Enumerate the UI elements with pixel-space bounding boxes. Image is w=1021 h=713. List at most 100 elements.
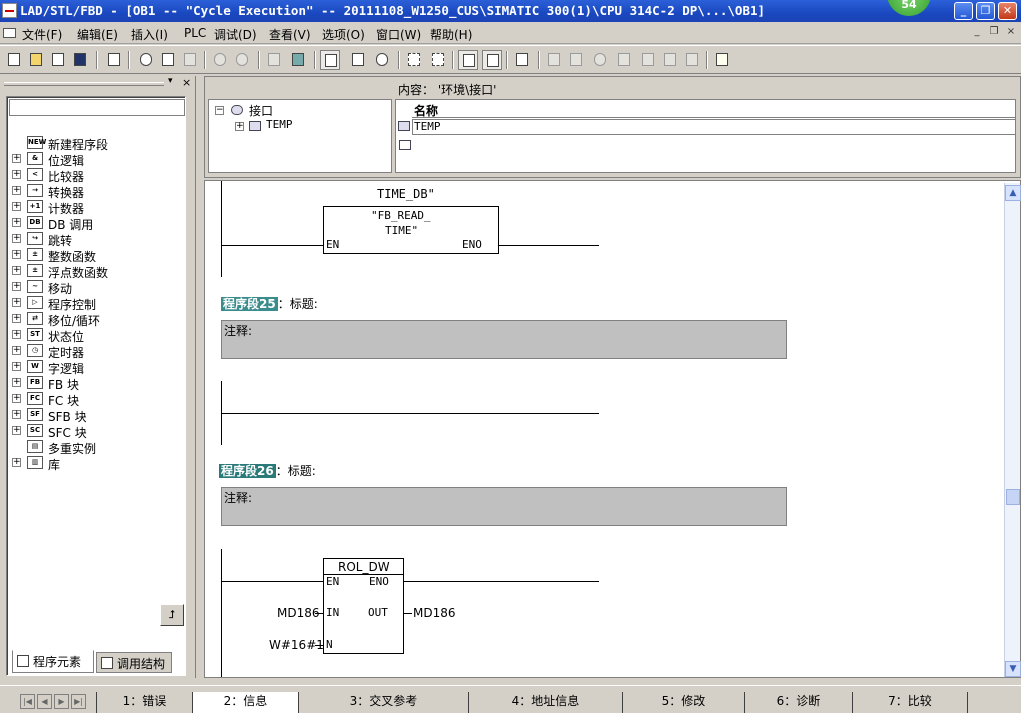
network-26-comment[interactable]: 注释:	[221, 487, 787, 526]
help-icon[interactable]	[712, 50, 732, 70]
redo-icon[interactable]	[232, 50, 252, 70]
tab-call-structure[interactable]: 调用结构	[96, 652, 172, 673]
monitor-icon[interactable]	[288, 50, 308, 70]
interface-tree[interactable]: − 接口 + TEMP	[208, 99, 392, 173]
expand-icon[interactable]: +	[12, 170, 21, 179]
network-25-comment[interactable]: 注释:	[221, 320, 787, 359]
expand-icon[interactable]: +	[12, 218, 21, 227]
paste-icon[interactable]	[180, 50, 200, 70]
undo-icon[interactable]	[210, 50, 230, 70]
tab-cross-references[interactable]: 3：交叉参考	[298, 692, 468, 713]
network-25-title[interactable]: 程序段25 ：标题:	[221, 295, 318, 312]
menu-view[interactable]: 查看(V)	[269, 26, 311, 43]
expand-icon[interactable]: +	[12, 330, 21, 339]
program-elements-tree[interactable]: NEW 新建程序段 + & 位逻辑 + < 比较器 + → 转换器 + +1 计数器 + DB DB 调用 + ↪ 跳…	[6, 96, 186, 676]
instance-db-label[interactable]: TIME_DB"	[377, 187, 435, 201]
temp-node[interactable]: TEMP	[266, 118, 293, 131]
mdi-restore-button[interactable]: ❐	[987, 26, 1001, 39]
next-tab-icon[interactable]: ▶	[54, 694, 69, 709]
new-icon[interactable]	[4, 50, 24, 70]
expand-icon[interactable]: +	[12, 458, 21, 467]
menu-file[interactable]: 文件(F)	[22, 26, 62, 43]
out-operand[interactable]: MD186	[413, 606, 456, 620]
coil-icon[interactable]	[590, 50, 610, 70]
expand-icon[interactable]: +	[12, 202, 21, 211]
expand-icon[interactable]: +	[12, 282, 21, 291]
scroll-down-icon[interactable]: ▼	[1005, 661, 1021, 677]
insert-element-button[interactable]: ⮥	[160, 604, 184, 626]
print-icon[interactable]	[104, 50, 124, 70]
tab-address-info[interactable]: 4：地址信息	[468, 692, 622, 713]
expand-icon[interactable]: +	[12, 394, 21, 403]
display-icon[interactable]	[482, 50, 502, 70]
expand-icon[interactable]: +	[12, 154, 21, 163]
mdi-close-button[interactable]: ×	[1004, 26, 1018, 39]
expand-icon[interactable]: +	[12, 314, 21, 323]
accessible-nodes-icon[interactable]	[48, 50, 68, 70]
expand-interface-icon[interactable]: −	[215, 106, 224, 115]
program-elements-icon[interactable]	[348, 50, 368, 70]
expand-icon[interactable]: +	[12, 346, 21, 355]
expand-icon[interactable]: +	[12, 234, 21, 243]
tree-search-field[interactable]	[9, 99, 185, 116]
expand-icon[interactable]: +	[12, 362, 21, 371]
last-tab-icon[interactable]: ▶|	[71, 694, 86, 709]
insert-network-icon[interactable]	[404, 50, 424, 70]
tab-diagnostics[interactable]: 6：诊断	[744, 692, 852, 713]
notification-badge[interactable]: 54	[887, 0, 931, 16]
close-branch-icon[interactable]	[660, 50, 680, 70]
overview-icon[interactable]	[320, 50, 340, 70]
empty-box-icon[interactable]	[614, 50, 634, 70]
minimize-button[interactable]: _	[954, 2, 973, 20]
app-icon[interactable]	[2, 3, 17, 18]
panel-menu-icon[interactable]: ▾	[168, 76, 173, 86]
scroll-up-icon[interactable]: ▲	[1005, 185, 1021, 201]
expand-icon[interactable]: +	[12, 410, 21, 419]
menu-edit[interactable]: 编辑(E)	[77, 26, 118, 43]
prev-tab-icon[interactable]: ◀	[37, 694, 52, 709]
expand-icon[interactable]: +	[12, 250, 21, 259]
interface-node[interactable]: 接口	[249, 102, 273, 119]
details-icon[interactable]	[458, 50, 478, 70]
in-operand[interactable]: MD186	[277, 606, 320, 620]
expand-icon[interactable]: +	[12, 298, 21, 307]
expand-icon[interactable]: +	[12, 378, 21, 387]
first-tab-icon[interactable]: |◀	[20, 694, 35, 709]
expand-icon[interactable]: +	[12, 266, 21, 275]
save-icon[interactable]	[70, 50, 90, 70]
ladder-icon[interactable]	[512, 50, 532, 70]
close-button[interactable]: ✕	[998, 2, 1017, 20]
menu-window[interactable]: 窗口(W)	[376, 26, 421, 43]
menu-help[interactable]: 帮助(H)	[430, 26, 472, 43]
program-editor[interactable]: TIME_DB" "FB_READ_ TIME" EN ENO 程序段25 ：标题…	[204, 180, 1021, 678]
expand-icon[interactable]: +	[12, 426, 21, 435]
tab-compare[interactable]: 7：比较	[852, 692, 968, 713]
connection-icon[interactable]	[682, 50, 702, 70]
expand-icon[interactable]: +	[12, 186, 21, 195]
network-26-title[interactable]: 程序段26 ：标题:	[219, 462, 316, 479]
contact-no-icon[interactable]	[544, 50, 564, 70]
menu-insert[interactable]: 插入(I)	[131, 26, 168, 43]
tab-program-elements[interactable]: 程序元素	[12, 650, 94, 673]
name-column-header[interactable]: 名称	[412, 102, 1016, 118]
menu-options[interactable]: 选项(O)	[322, 26, 365, 43]
menu-plc[interactable]: PLC	[184, 26, 206, 40]
tab-modify[interactable]: 5：修改	[622, 692, 744, 713]
expand-temp-icon[interactable]: +	[235, 122, 244, 131]
vertical-scrollbar[interactable]: ▲ ▼	[1004, 183, 1021, 677]
open-icon[interactable]	[26, 50, 46, 70]
load-icon[interactable]	[264, 50, 284, 70]
empty-rung[interactable]	[221, 413, 599, 414]
open-branch-icon[interactable]	[638, 50, 658, 70]
menu-debug[interactable]: 调试(D)	[214, 26, 257, 43]
tab-info[interactable]: 2：信息	[192, 692, 298, 713]
new-row-icon[interactable]	[399, 140, 411, 150]
document-menu-icon[interactable]	[3, 28, 16, 38]
panel-close-icon[interactable]: ×	[182, 76, 191, 89]
tab-errors[interactable]: 1：错误	[96, 692, 192, 713]
table-row[interactable]: TEMP	[412, 119, 1016, 135]
mdi-minimize-button[interactable]: _	[970, 26, 984, 39]
toggle-icon[interactable]	[428, 50, 448, 70]
restore-button[interactable]: ❐	[976, 2, 995, 20]
network-icon[interactable]	[372, 50, 392, 70]
